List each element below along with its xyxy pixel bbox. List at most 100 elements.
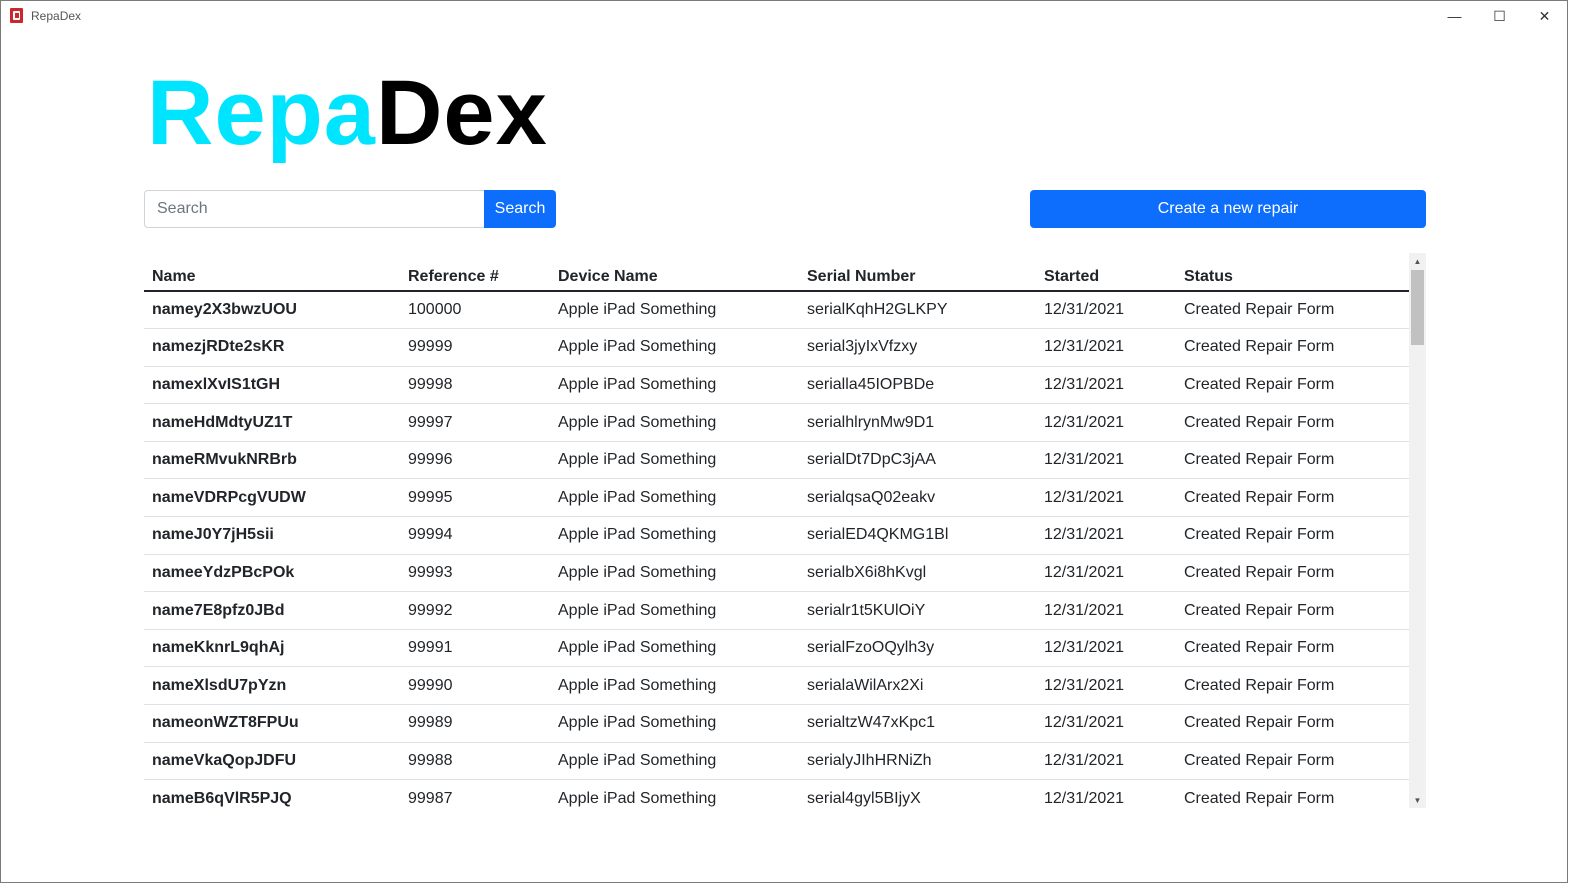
table-row[interactable]: nameB6qVlR5PJQ 99987 Apple iPad Something s… [144,779,1409,808]
header-status[interactable]: Status [1176,253,1409,292]
cell-device-name: Apple iPad Something [550,516,799,555]
cell-name: nameJ0Y7jH5sii [144,516,400,555]
close-button[interactable]: ✕ [1522,1,1567,31]
cell-started: 12/31/2021 [1036,403,1176,442]
table-row[interactable]: nameXlsdU7pYzn 99990 Apple iPad Something s… [144,666,1409,706]
table-scrollbar[interactable]: ▲ ▼ [1409,253,1426,808]
cell-started: 12/31/2021 [1036,516,1176,555]
cell-reference: 99996 [400,441,550,480]
cell-serial-number: serialhlrynMw9D1 [799,403,1036,442]
create-repair-button[interactable]: Create a new repair [1030,190,1426,228]
scroll-thumb[interactable] [1411,270,1424,345]
table-row[interactable]: nameRMvukNRBrb 99996 Apple iPad Something s… [144,441,1409,480]
cell-serial-number: serial4gyl5BIjyX [799,779,1036,808]
cell-name: nameVDRPcgVUDW [144,478,400,518]
header-reference[interactable]: Reference # [400,253,550,292]
cell-serial-number: serialr1t5KUlOiY [799,591,1036,630]
cell-reference: 99987 [400,779,550,808]
repairs-table: Name Reference # Device Name Serial Numb… [144,253,1409,808]
cell-started: 12/31/2021 [1036,742,1176,781]
cell-device-name: Apple iPad Something [550,704,799,743]
cell-device-name: Apple iPad Something [550,666,799,706]
cell-serial-number: serialbX6i8hKvgl [799,554,1036,593]
cell-device-name: Apple iPad Something [550,779,799,808]
table-row[interactable]: namexlXvIS1tGH 99998 Apple iPad Something s… [144,366,1409,405]
cell-name: nameRMvukNRBrb [144,441,400,480]
cell-status: Created Repair Form [1176,591,1409,630]
window-title: RepaDex [31,9,82,23]
cell-reference: 99991 [400,629,550,668]
cell-started: 12/31/2021 [1036,779,1176,808]
cell-serial-number: serialyJIhHRNiZh [799,742,1036,781]
logo-part-dex: Dex [375,62,548,164]
cell-name: nameHdMdtyUZ1T [144,403,400,442]
search-button[interactable]: Search [484,190,556,228]
cell-status: Created Repair Form [1176,666,1409,706]
table-row[interactable]: namezjRDte2sKR 99999 Apple iPad Something s… [144,328,1409,367]
cell-status: Created Repair Form [1176,629,1409,668]
cell-started: 12/31/2021 [1036,366,1176,405]
header-name[interactable]: Name [144,253,400,292]
header-device-name[interactable]: Device Name [550,253,799,292]
table-row[interactable]: namey2X3bwzUOU 100000 Apple iPad Something… [144,291,1409,330]
table-row[interactable]: nameeYdzPBcPOk 99993 Apple iPad Something s… [144,554,1409,593]
table-row[interactable]: nameJ0Y7jH5sii 99994 Apple iPad Something s… [144,516,1409,555]
cell-status: Created Repair Form [1176,328,1409,367]
cell-started: 12/31/2021 [1036,328,1176,367]
cell-device-name: Apple iPad Something [550,328,799,367]
table-row[interactable]: nameVkaQopJDFU 99988 Apple iPad Something s… [144,742,1409,781]
cell-device-name: Apple iPad Something [550,403,799,442]
cell-device-name: Apple iPad Something [550,742,799,781]
cell-reference: 99999 [400,328,550,367]
cell-reference: 99997 [400,403,550,442]
search-input[interactable] [144,190,484,228]
table-row[interactable]: nameVDRPcgVUDW 99995 Apple iPad Something s… [144,478,1409,518]
cell-reference: 99988 [400,742,550,781]
cell-serial-number: serialaWilArx2Xi [799,666,1036,706]
cell-device-name: Apple iPad Something [550,629,799,668]
cell-status: Created Repair Form [1176,366,1409,405]
repairs-table-container: Name Reference # Device Name Serial Numb… [144,253,1426,808]
cell-reference: 99992 [400,591,550,630]
scroll-down-arrow-icon[interactable]: ▼ [1409,792,1426,808]
window-controls: — ☐ ✕ [1432,1,1567,31]
header-serial-number[interactable]: Serial Number [799,253,1036,292]
cell-started: 12/31/2021 [1036,441,1176,480]
scroll-up-arrow-icon[interactable]: ▲ [1409,253,1426,269]
search-group: Search [144,190,556,228]
cell-name: name7E8pfz0JBd [144,591,400,630]
cell-reference: 99989 [400,704,550,743]
titlebar: RepaDex — ☐ ✕ [1,1,1567,31]
header-started[interactable]: Started [1036,253,1176,292]
cell-reference: 99998 [400,366,550,405]
cell-started: 12/31/2021 [1036,478,1176,518]
cell-name: nameXlsdU7pYzn [144,666,400,706]
cell-device-name: Apple iPad Something [550,591,799,630]
table-row[interactable]: name7E8pfz0JBd 99992 Apple iPad Something s… [144,591,1409,630]
cell-name: namey2X3bwzUOU [144,291,400,330]
cell-status: Created Repair Form [1176,779,1409,808]
cell-status: Created Repair Form [1176,403,1409,442]
minimize-button[interactable]: — [1432,1,1477,31]
cell-serial-number: serialqsaQ02eakv [799,478,1036,518]
cell-name: nameeYdzPBcPOk [144,554,400,593]
cell-started: 12/31/2021 [1036,554,1176,593]
cell-started: 12/31/2021 [1036,591,1176,630]
cell-device-name: Apple iPad Something [550,291,799,330]
table-row[interactable]: nameonWZT8FPUu 99989 Apple iPad Something s… [144,704,1409,743]
cell-name: nameVkaQopJDFU [144,742,400,781]
cell-status: Created Repair Form [1176,516,1409,555]
cell-status: Created Repair Form [1176,441,1409,480]
cell-started: 12/31/2021 [1036,666,1176,706]
cell-serial-number: serial3jyIxVfzxy [799,328,1036,367]
logo-part-repa: Repa [147,62,376,164]
cell-reference: 99994 [400,516,550,555]
cell-name: namezjRDte2sKR [144,328,400,367]
maximize-button[interactable]: ☐ [1477,1,1522,31]
cell-device-name: Apple iPad Something [550,441,799,480]
table-row[interactable]: nameKknrL9qhAj 99991 Apple iPad Something s… [144,629,1409,668]
cell-device-name: Apple iPad Something [550,554,799,593]
table-row[interactable]: nameHdMdtyUZ1T 99997 Apple iPad Something s… [144,403,1409,442]
cell-serial-number: serialDt7DpC3jAA [799,441,1036,480]
cell-started: 12/31/2021 [1036,704,1176,743]
